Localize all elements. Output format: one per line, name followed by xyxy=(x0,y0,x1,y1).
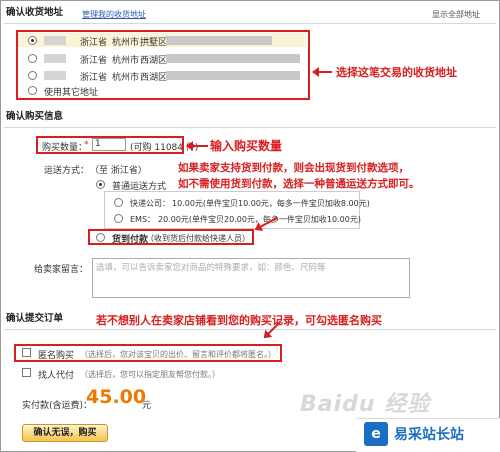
cod-note: （收到货后付款给快递人员） xyxy=(146,234,250,243)
address-radio-3[interactable] xyxy=(28,71,37,80)
address-1-district: 拱墅区 xyxy=(140,38,168,48)
submit-section-title: 确认提交订单 xyxy=(6,313,64,324)
redacted-street-1 xyxy=(166,36,272,45)
address-radio-other[interactable] xyxy=(28,86,37,95)
cod-radio[interactable] xyxy=(96,233,105,242)
address-radio-2[interactable] xyxy=(28,54,37,63)
purchase-section-title: 确认购买信息 xyxy=(6,111,64,122)
total-unit: 元 xyxy=(142,401,152,411)
express-radio[interactable] xyxy=(114,198,123,207)
anonymous-label[interactable]: 匿名购买 xyxy=(38,348,74,361)
site-logo-icon: e xyxy=(364,422,388,446)
divider xyxy=(4,127,496,128)
express-price: 10.00元(单件宝贝10.00元，每多一件宝贝加收8.00元) xyxy=(172,199,370,208)
redacted-street-3 xyxy=(166,71,300,80)
proxy-pay-label[interactable]: 找人代付 xyxy=(38,368,74,381)
anonymous-note: （选择后，您对该宝贝的出价、留言和评价都将匿名。） xyxy=(80,350,276,359)
address-2-province: 浙江省 xyxy=(80,56,108,66)
ems-label: EMS： xyxy=(130,215,156,224)
divider xyxy=(4,329,496,330)
annotation-arrow-address xyxy=(312,67,332,77)
confirm-purchase-button[interactable]: 确认无误，购买 xyxy=(22,424,108,442)
address-radio-1[interactable] xyxy=(28,36,37,45)
annotation-arrow-qty xyxy=(186,141,208,151)
address-3-district: 西湖区 xyxy=(140,73,168,83)
shipping-destination: （至 浙江省） xyxy=(90,166,147,176)
proxy-pay-note: （选择后，您可以指定朋友帮您付款。） xyxy=(80,370,220,379)
normal-shipping-radio[interactable] xyxy=(96,180,105,189)
annotation-cod-line2: 如不需使用货到付款，选择一种普通运送方式即可。 xyxy=(178,178,420,190)
redacted-name-2 xyxy=(44,54,66,63)
qty-label: 购买数量： xyxy=(42,143,88,153)
address-1-province: 浙江省 xyxy=(80,38,108,48)
manage-address-link[interactable]: 管理我的收货地址 xyxy=(82,9,146,20)
show-all-address-link[interactable]: 显示全部地址 xyxy=(432,9,480,20)
address-3-city: 杭州市 xyxy=(112,73,140,83)
total-amount: 45.00 xyxy=(86,386,147,408)
other-address-label[interactable]: 使用其它地址 xyxy=(44,85,98,98)
ems-radio[interactable] xyxy=(114,214,123,223)
qty-input[interactable]: 1 xyxy=(92,138,126,151)
address-2-city: 杭州市 xyxy=(112,56,140,66)
qty-required-mark: * xyxy=(84,140,89,150)
redacted-name-1 xyxy=(44,36,66,45)
redacted-name-3 xyxy=(44,71,66,80)
annotation-address: 选择这笔交易的收货地址 xyxy=(336,66,457,79)
message-label: 给卖家留言： xyxy=(34,265,89,275)
address-2-district: 西湖区 xyxy=(140,56,168,66)
divider xyxy=(4,23,496,24)
proxy-pay-checkbox[interactable] xyxy=(22,368,31,377)
baidu-watermark: Baidu 经验 xyxy=(300,392,431,417)
annotation-qty: 输入购买数量 xyxy=(210,139,283,153)
site-logo-text: 易采站长站 xyxy=(394,427,464,443)
anonymous-checkbox[interactable] xyxy=(22,348,31,357)
annotation-anonymous: 若不想别人在卖家店铺看到您的购买记录，可勾选匿名购买 xyxy=(96,314,382,327)
address-3-province: 浙江省 xyxy=(80,73,108,83)
redacted-street-2 xyxy=(166,54,300,63)
express-label: 快递公司： xyxy=(130,199,170,208)
message-textarea[interactable]: 选填，可以告诉卖家您对商品的特殊要求，如：颜色、尺码等 xyxy=(92,258,410,298)
cod-label[interactable]: 货到付款 xyxy=(112,232,148,245)
address-section-title: 确认收货地址 xyxy=(6,7,64,18)
address-1-city: 杭州市 xyxy=(112,38,140,48)
total-label: 实付款(含运费)： xyxy=(22,401,93,411)
annotation-cod-line1: 如果卖家支持货到付款，则会出现货到付款选项， xyxy=(178,162,409,174)
shipping-label: 运送方式： xyxy=(44,166,90,176)
